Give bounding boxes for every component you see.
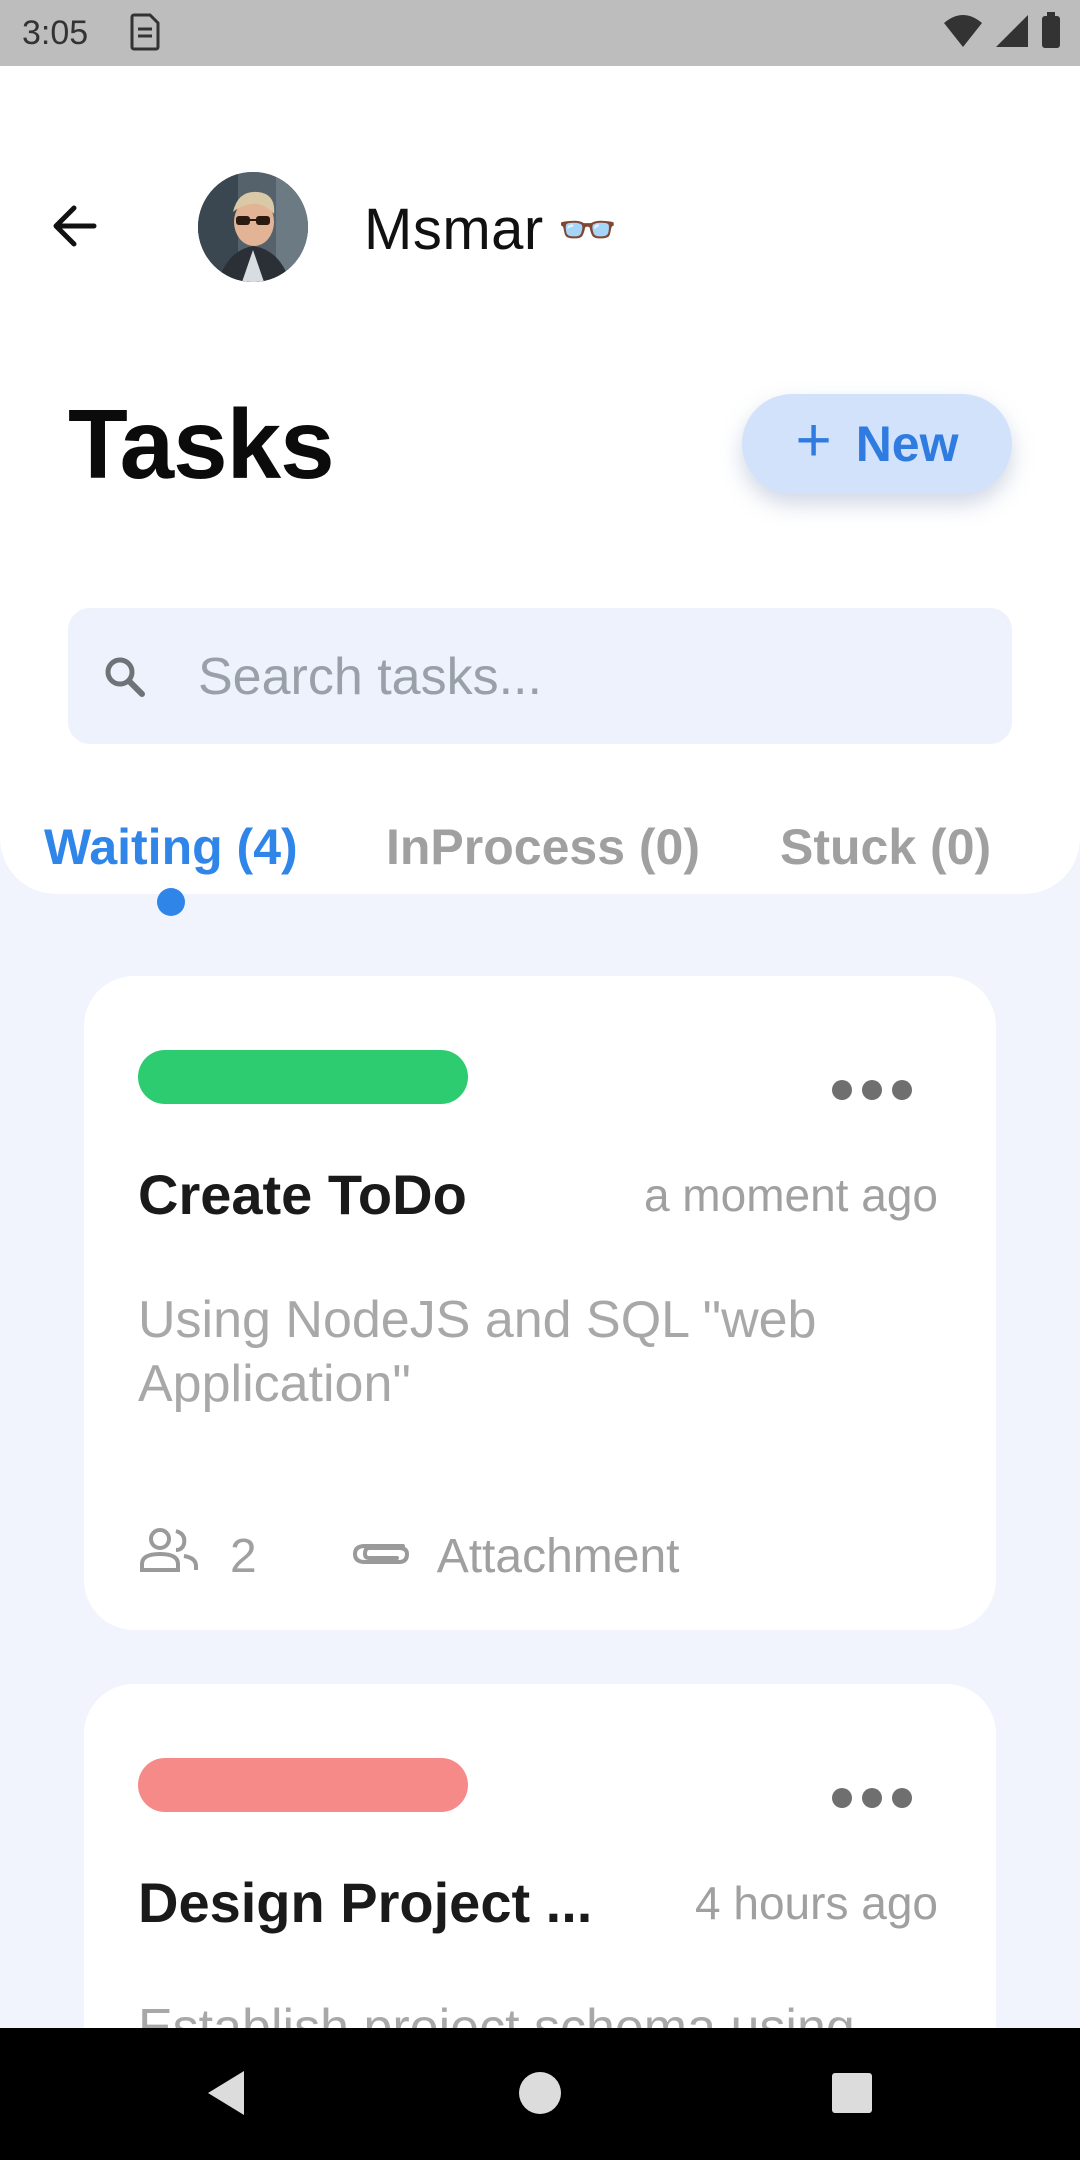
task-time: 4 hours ago	[695, 1877, 938, 1929]
attachment-label: Attachment	[436, 1529, 680, 1583]
status-time: 3:05	[22, 14, 89, 52]
glasses-emoji: 👓	[557, 204, 618, 257]
plus-icon: +	[795, 406, 832, 475]
nav-back-button[interactable]	[204, 2068, 248, 2123]
task-title: Design Project ...	[138, 1871, 593, 1934]
task-description: Using NodeJS and SQL "web Application"	[138, 1291, 817, 1413]
task-time: a moment ago	[643, 1169, 938, 1221]
username-text: Msmar	[364, 197, 544, 262]
wifi-icon	[944, 15, 982, 47]
triangle-back-icon	[208, 2071, 244, 2115]
more-options-icon[interactable]	[832, 1788, 912, 1808]
task-title: Create ToDo	[138, 1163, 467, 1226]
member-count: 2	[230, 1529, 257, 1583]
more-options-icon[interactable]	[832, 1080, 912, 1100]
new-task-button[interactable]: + New	[742, 394, 1012, 494]
back-button[interactable]	[46, 196, 106, 256]
search-bar[interactable]	[68, 608, 1012, 744]
new-button-label: New	[855, 416, 959, 472]
header-panel: Msmar 👓 Tasks + New Waiting (4) InProces…	[0, 66, 1080, 916]
arrow-left-icon	[53, 205, 97, 247]
username: Msmar 👓	[364, 196, 618, 263]
search-icon	[102, 654, 148, 705]
nav-recents-button[interactable]	[830, 2068, 874, 2123]
signal-icon	[996, 15, 1028, 47]
task-card[interactable]: Create ToDo a moment ago Using NodeJS an…	[84, 976, 996, 1630]
nav-home-button[interactable]	[518, 2068, 562, 2123]
people-icon	[138, 1526, 200, 1586]
tab-stuck[interactable]: Stuck (0)	[780, 818, 991, 876]
tab-inprocess-label: InProcess (0)	[386, 819, 701, 875]
square-recents-icon	[832, 2073, 872, 2113]
paperclip-icon	[347, 1529, 413, 1584]
circle-home-icon	[519, 2072, 561, 2114]
sim-card-icon	[128, 12, 162, 57]
tab-inprocess[interactable]: InProcess (0)	[386, 818, 700, 876]
tab-stuck-label: Stuck (0)	[780, 819, 992, 875]
status-tabs: Waiting (4) InProcess (0) Stuck (0)	[0, 818, 1080, 918]
task-tag	[138, 1758, 468, 1812]
page-title: Tasks	[68, 389, 335, 499]
battery-icon	[1042, 12, 1060, 48]
search-input[interactable]	[196, 638, 980, 716]
task-footer: 2 Attachment	[138, 1526, 680, 1586]
avatar[interactable]	[198, 172, 308, 282]
tab-waiting-label: Waiting (4)	[44, 819, 298, 875]
active-tab-indicator	[156, 888, 185, 916]
system-nav-bar	[0, 2028, 1080, 2160]
task-tag	[138, 1050, 468, 1104]
tab-waiting[interactable]: Waiting (4)	[44, 818, 298, 916]
status-bar: 3:05	[0, 0, 1080, 66]
